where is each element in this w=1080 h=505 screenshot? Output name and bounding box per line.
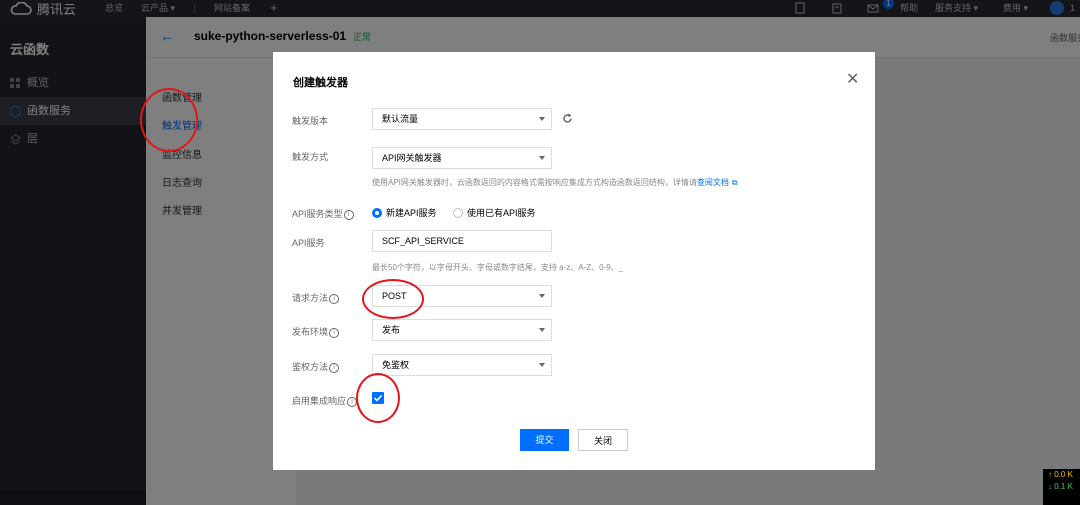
environment-value: 发布 [382,325,401,335]
api-service-hint: 最长50个字符，以字母开头、字母或数字结尾，支持 a-z、A-Z、0-9、_ [372,263,624,272]
info-icon[interactable]: i [329,327,340,338]
docs-link[interactable]: 查阅文档 [697,178,729,187]
chevron-down-icon [539,363,545,367]
chevron-down-icon [539,328,545,332]
environment-select[interactable]: 发布 [372,319,552,341]
auth-value: 免鉴权 [382,360,410,370]
upload-speed: ↑ 0.0 K [1048,470,1073,479]
radio-existing-api[interactable]: 使用已有API服务 [453,206,536,219]
version-value: 默认流量 [382,114,419,124]
info-icon[interactable]: i [343,209,354,220]
trigger-method-value: API网关触发器 [382,153,442,163]
request-method-label: 请求方法 i [292,291,340,304]
trigger-method-label: 触发方式 [292,152,329,162]
integration-label: 启用集成响应 i [292,394,358,407]
submit-button[interactable]: 提交 [520,429,569,451]
version-label: 触发版本 [292,116,329,126]
trigger-method-hint: 使用API网关触发器时，云函数返回的内容格式需按响应集成方式构造函数返回结构，详… [372,178,738,187]
info-icon[interactable]: i [329,362,340,373]
external-link-icon[interactable]: ⧉ [732,178,738,187]
api-type-label: API服务类型 i [292,207,354,220]
chevron-down-icon [539,294,545,298]
annotation-circle [140,88,198,152]
environment-label: 发布环境 i [292,325,340,338]
radio-empty-icon [453,207,463,218]
refresh-icon[interactable] [562,113,573,124]
download-speed: ↓ 0.1 K [1048,482,1073,491]
auth-label: 鉴权方法 i [292,360,340,373]
trigger-method-select[interactable]: API网关触发器 [372,147,552,169]
close-button[interactable]: 关闭 [578,429,628,451]
network-speed-widget: ↑ 0.0 K ↓ 0.1 K [1043,469,1080,505]
info-icon[interactable]: i [329,293,340,304]
dialog-title: 创建触发器 [293,77,348,89]
auth-select[interactable]: 免鉴权 [372,354,552,376]
version-select[interactable]: 默认流量 [372,108,552,130]
radio-selected-icon [372,207,382,218]
annotation-circle [362,279,424,319]
api-service-input[interactable] [372,230,552,252]
chevron-down-icon [539,156,545,160]
chevron-down-icon [539,117,545,121]
close-icon[interactable]: ✕ [846,72,859,88]
radio-new-api[interactable]: 新建API服务 [372,206,437,219]
api-service-label: API服务 [292,238,325,248]
annotation-circle [356,373,400,423]
